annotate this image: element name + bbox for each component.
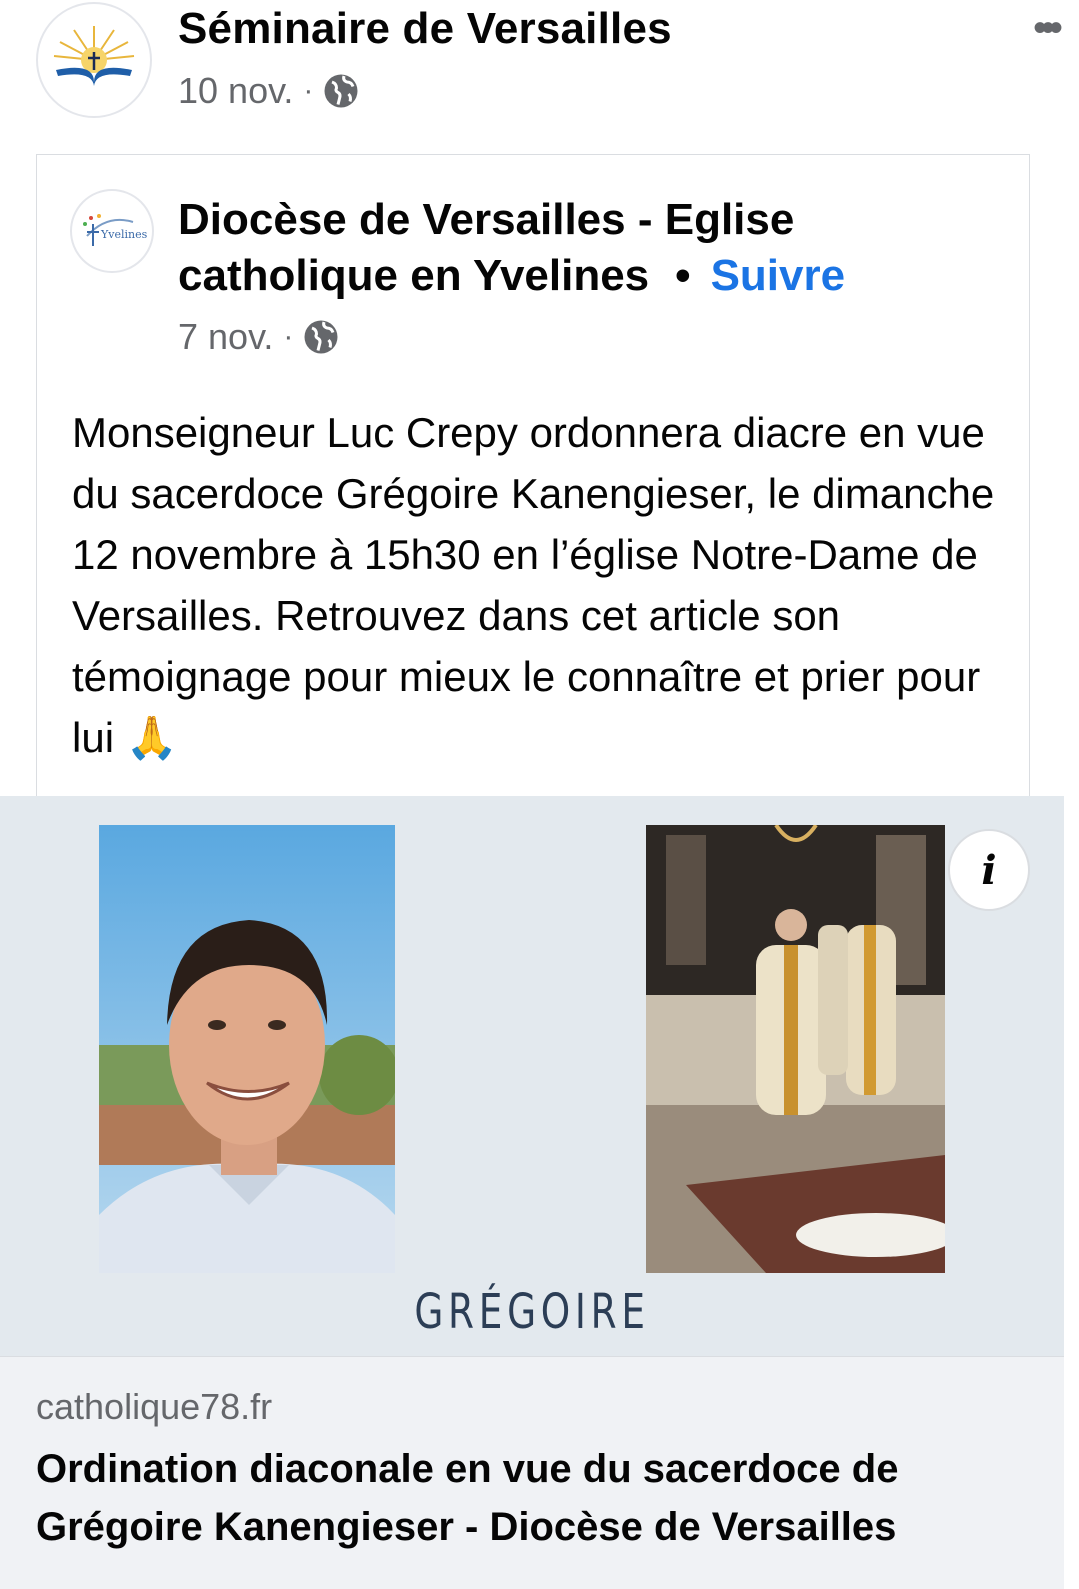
portrait-photo bbox=[99, 825, 395, 1273]
globe-icon bbox=[304, 320, 338, 354]
link-domain: catholique78.fr bbox=[36, 1386, 273, 1427]
meta-separator: · bbox=[283, 320, 294, 353]
shared-author-name[interactable]: Diocèse de Versailles - Eglise catholiqu… bbox=[178, 195, 794, 300]
shared-post-meta: 7 nov. · bbox=[178, 316, 339, 358]
page-avatar-diocese[interactable]: Yvelines bbox=[70, 189, 154, 273]
seminaire-logo-icon bbox=[53, 26, 135, 86]
preview-caption: GRÉGOIRE bbox=[414, 1284, 650, 1340]
shared-author-line: Diocèse de Versailles - Eglise catholiqu… bbox=[178, 192, 938, 304]
ordination-photo bbox=[646, 825, 945, 1273]
follow-button[interactable]: Suivre bbox=[711, 251, 846, 300]
page-avatar-seminaire[interactable] bbox=[36, 2, 152, 118]
post-author-name[interactable]: Séminaire de Versailles bbox=[178, 4, 672, 54]
diocese-logo-text: Yvelines bbox=[100, 228, 147, 241]
globe-icon bbox=[324, 74, 358, 108]
post-meta: 10 nov. · bbox=[178, 70, 359, 112]
post-date[interactable]: 10 nov. bbox=[178, 70, 293, 112]
diocese-logo-icon: Yvelines bbox=[83, 214, 147, 246]
shared-post-date[interactable]: 7 nov. bbox=[178, 316, 273, 358]
more-options-icon[interactable]: ••• bbox=[1033, 6, 1063, 51]
meta-separator: · bbox=[303, 74, 314, 107]
info-icon[interactable]: i bbox=[948, 829, 1030, 911]
follow-separator: • bbox=[675, 251, 691, 300]
shared-post-text: Monseigneur Luc Crepy ordonnera diacre e… bbox=[72, 409, 995, 761]
link-title[interactable]: Ordination diaconale en vue du sacerdoce… bbox=[36, 1440, 1036, 1556]
